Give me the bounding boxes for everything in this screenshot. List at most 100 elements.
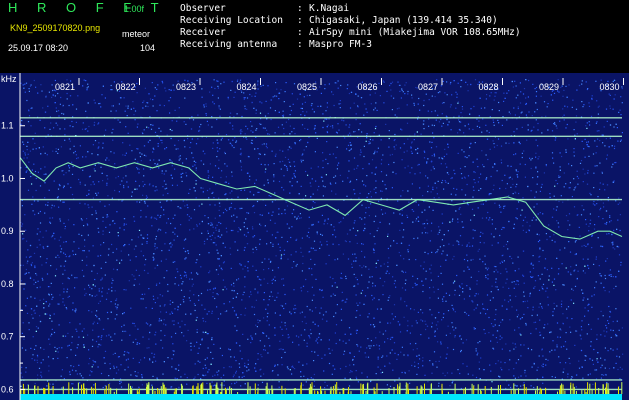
noise-speck: [68, 165, 70, 167]
noise-speck: [585, 219, 587, 221]
noise-speck: [271, 150, 273, 152]
noise-speck: [30, 255, 32, 258]
noise-speck: [254, 182, 256, 184]
noise-speck: [250, 291, 252, 293]
noise-speck: [267, 133, 269, 135]
noise-speck: [35, 273, 37, 275]
noise-speck: [153, 148, 155, 150]
noise-speck: [485, 275, 487, 277]
noise-speck: [31, 183, 33, 185]
noise-speck: [515, 217, 517, 219]
noise-speck: [374, 243, 376, 245]
noise-speck: [334, 82, 336, 84]
noise-speck: [340, 221, 342, 223]
noise-speck: [374, 151, 376, 153]
noise-speck: [190, 217, 192, 219]
noise-speck: [275, 153, 277, 155]
noise-speck: [356, 344, 358, 346]
noise-speck: [388, 257, 390, 259]
noise-speck: [283, 189, 285, 191]
noise-speck: [140, 298, 142, 300]
noise-speck: [324, 387, 326, 389]
noise-speck: [462, 363, 464, 365]
noise-speck: [498, 324, 500, 327]
noise-speck: [591, 295, 593, 297]
noise-speck: [200, 292, 203, 295]
noise-speck: [430, 264, 432, 266]
noise-speck: [522, 225, 524, 227]
noise-speck: [272, 245, 274, 247]
noise-speck: [301, 103, 304, 105]
noise-speck: [279, 326, 281, 328]
noise-speck: [468, 128, 470, 130]
noise-speck: [493, 236, 495, 238]
noise-speck: [172, 231, 174, 233]
noise-speck: [420, 133, 422, 135]
noise-speck: [163, 361, 165, 363]
noise-speck: [47, 134, 49, 136]
noise-speck: [38, 147, 40, 149]
noise-speck: [294, 312, 296, 314]
noise-speck: [272, 370, 274, 372]
noise-speck: [268, 324, 270, 326]
noise-speck: [394, 280, 396, 282]
noise-speck: [304, 101, 306, 103]
noise-speck: [467, 373, 469, 375]
noise-speck: [374, 173, 376, 175]
noise-speck: [356, 167, 358, 169]
noise-speck: [615, 200, 617, 202]
noise-speck: [126, 115, 128, 117]
noise-speck: [384, 365, 386, 367]
noise-speck: [77, 157, 79, 159]
noise-speck: [451, 200, 453, 202]
noise-speck: [231, 383, 233, 385]
noise-speck: [229, 247, 231, 249]
noise-speck: [596, 145, 598, 147]
noise-speck: [159, 282, 161, 284]
noise-speck: [35, 189, 37, 192]
noise-speck: [169, 97, 172, 99]
noise-speck: [499, 187, 501, 190]
noise-speck: [615, 161, 617, 164]
noise-speck: [165, 258, 167, 260]
noise-speck: [210, 351, 212, 353]
noise-speck: [255, 370, 257, 372]
noise-speck: [319, 247, 321, 249]
noise-speck: [549, 351, 551, 353]
noise-speck: [74, 311, 77, 313]
noise-speck: [504, 205, 506, 207]
noise-speck: [267, 182, 269, 184]
noise-speck: [211, 222, 213, 224]
noise-speck: [329, 153, 331, 155]
noise-speck: [530, 276, 533, 278]
noise-speck: [437, 114, 439, 116]
noise-speck: [483, 329, 485, 331]
noise-speck: [337, 387, 339, 389]
noise-speck: [310, 185, 312, 187]
noise-speck: [445, 334, 447, 336]
noise-speck: [511, 281, 513, 283]
noise-speck: [52, 383, 54, 385]
noise-speck: [448, 243, 450, 245]
noise-speck: [101, 287, 104, 289]
noise-speck: [253, 313, 256, 316]
noise-speck: [179, 155, 181, 157]
noise-speck: [250, 335, 252, 337]
noise-speck: [431, 314, 433, 316]
noise-speck: [26, 240, 28, 242]
noise-speck: [37, 327, 39, 329]
noise-speck: [415, 218, 418, 220]
noise-speck: [213, 79, 215, 81]
noise-speck: [300, 107, 302, 109]
noise-speck: [274, 334, 276, 336]
noise-speck: [114, 189, 116, 192]
noise-speck: [32, 138, 34, 140]
noise-speck: [311, 299, 313, 301]
noise-speck: [427, 232, 429, 234]
noise-speck: [372, 139, 374, 141]
noise-speck: [329, 182, 331, 184]
noise-speck: [321, 214, 323, 216]
noise-speck: [587, 298, 589, 300]
capture-datetime: 25.09.17 08:20: [8, 43, 69, 53]
noise-speck: [353, 131, 355, 133]
